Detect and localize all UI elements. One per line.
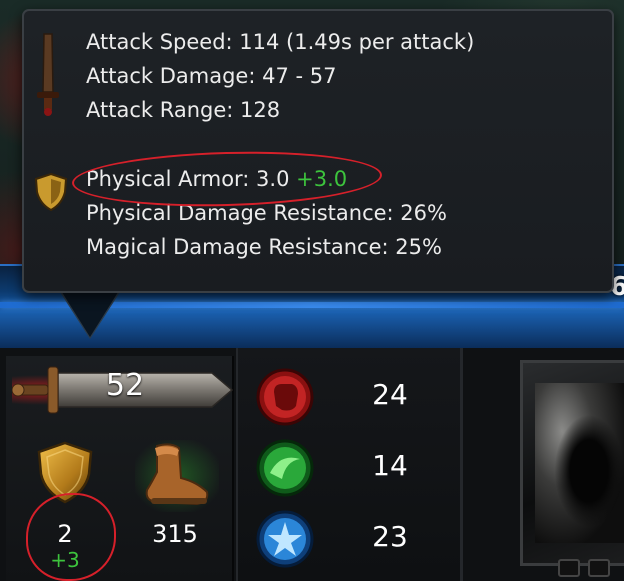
tooltip-pointer (60, 289, 120, 337)
strength-fist-icon (256, 368, 314, 426)
magical-resistance-text: Magical Damage Resistance: 25% (86, 235, 442, 259)
agility-value: 14 (372, 449, 408, 482)
annotation-circle-armor-stat (26, 493, 116, 581)
agility-swirl-icon (256, 439, 314, 497)
attack-damage-text: Attack Damage: 47 - 57 (86, 64, 337, 88)
portrait-dot[interactable] (588, 559, 610, 577)
sword-icon (37, 33, 59, 116)
move-speed-value: 315 (152, 520, 198, 548)
shield-icon (34, 172, 68, 212)
damage-value: 52 (105, 368, 145, 403)
strength-value: 24 (372, 378, 408, 411)
portrait-dot[interactable] (558, 559, 580, 577)
portrait-buttons (558, 559, 610, 577)
physical-resistance-text: Physical Damage Resistance: 26% (86, 201, 447, 225)
boots-icon (135, 440, 219, 512)
intelligence-star-icon (256, 510, 314, 568)
attack-speed-text: Attack Speed: 114 (1.49s per attack) (86, 30, 475, 54)
hero-portrait[interactable] (520, 360, 624, 566)
hero-portrait-art (535, 383, 624, 543)
intelligence-value: 23 (372, 520, 408, 553)
attack-range-text: Attack Range: 128 (86, 98, 281, 122)
